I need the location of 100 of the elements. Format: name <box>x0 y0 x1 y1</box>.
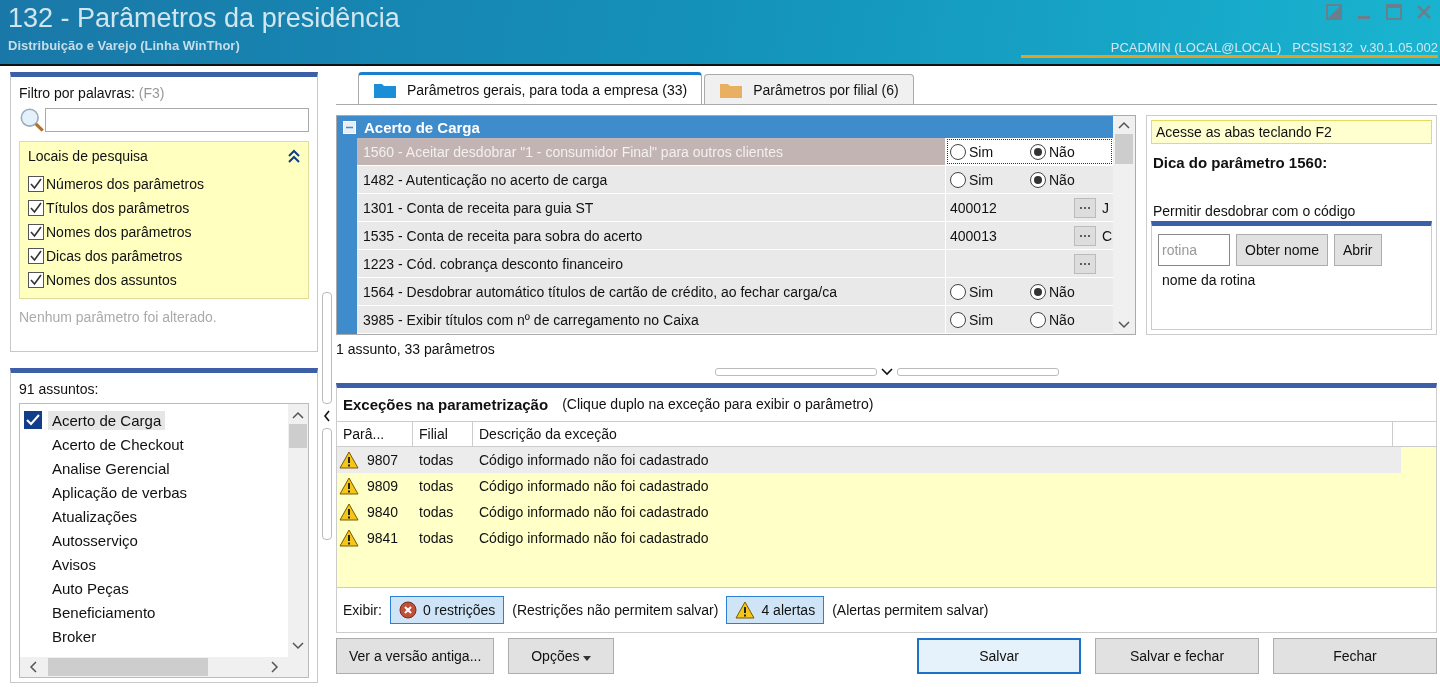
radio-button[interactable] <box>950 283 966 300</box>
table-cell-text: todas <box>418 530 455 546</box>
filter-toggle[interactable]: 4 alertas <box>726 596 825 624</box>
lookup-button[interactable] <box>1074 225 1096 246</box>
parameter-row[interactable]: 1560 - Aceitar desdobrar "1 - consumidor Final" para outros clientes Sim Não <box>357 138 1113 166</box>
checkbox[interactable] <box>28 176 44 192</box>
collapse-icon[interactable] <box>288 149 300 163</box>
radio-label: Sim <box>969 283 994 300</box>
ellipsis-icon <box>1079 233 1091 238</box>
splitter-handle[interactable] <box>896 368 1059 376</box>
table-cell-text: todas <box>418 478 455 494</box>
scroll-thumb[interactable] <box>1115 134 1133 164</box>
value-field[interactable]: 400012 <box>950 199 1074 216</box>
exception-row[interactable]: 9807 todas Código informado não foi cadastrado <box>337 447 1401 473</box>
subject-item[interactable]: Autosserviço <box>48 530 142 550</box>
tab[interactable]: Parâmetros gerais, para toda a empresa (33) <box>358 72 703 104</box>
subject-item[interactable]: Aplicação de verbas <box>48 482 192 502</box>
user-info: PCADMIN (LOCAL@LOCAL) PCSIS132 v.30.1.05.002 <box>1020 40 1438 58</box>
checkbox-label: Dicas dos parâmetros <box>46 248 183 264</box>
checkbox-label: Nomes dos parâmetros <box>46 224 192 240</box>
subject-item[interactable]: Auto Peças <box>48 578 133 598</box>
filter-toggle[interactable]: 0 restrições <box>389 596 505 624</box>
radio-button[interactable] <box>950 143 966 160</box>
radio-button[interactable] <box>1030 283 1046 300</box>
chevron-down-icon[interactable] <box>880 368 893 376</box>
exception-row[interactable]: 9840 todas Código informado não foi cadastrado <box>337 499 1401 525</box>
scroll-thumb[interactable] <box>289 424 307 448</box>
exception-row[interactable]: 9809 todas Código informado não foi cadastrado <box>337 473 1401 499</box>
checkbox-label: Números dos parâmetros <box>46 176 204 192</box>
subject-item[interactable]: Analise Gerencial <box>48 458 174 478</box>
routine-button[interactable]: Obter nome <box>1236 234 1328 266</box>
vertical-scrollbar[interactable] <box>288 404 308 657</box>
parameter-row[interactable]: 1564 - Desdobrar automático títulos de cartão de crédito, ao fechar carga/ca Sim Não <box>357 278 1113 306</box>
subject-item[interactable]: Broker <box>48 626 101 646</box>
parameter-row[interactable]: 1482 - Autenticação no acerto de carga Sim Não <box>357 166 1113 194</box>
action-button[interactable]: Fechar <box>1273 638 1437 674</box>
radio-label: Sim <box>969 311 994 328</box>
parameter-row[interactable]: 1301 - Conta de receita para guia ST 400012 J <box>357 194 1113 222</box>
subject-item[interactable]: Avisos <box>48 554 100 574</box>
warning-icon <box>339 477 359 495</box>
group-header[interactable]: Acerto de Carga <box>337 116 1113 138</box>
options-dropdown[interactable]: Opções <box>508 638 615 674</box>
radio-label: Sim <box>969 143 994 160</box>
scroll-down-icon[interactable] <box>292 641 304 651</box>
subject-item[interactable]: Atualizações <box>48 506 142 526</box>
column-header[interactable]: Descrição da exceção <box>473 422 1393 446</box>
group-title: Acerto de Carga <box>364 118 480 136</box>
horizontal-scrollbar[interactable] <box>20 657 308 677</box>
old-version-button[interactable]: Ver a versão antiga... <box>336 638 495 674</box>
filter-note: (Restrições não permitem salvar) <box>512 602 719 618</box>
action-button[interactable]: Salvar e fechar <box>1095 638 1259 674</box>
scroll-up-icon[interactable] <box>1118 120 1130 130</box>
splitter-handle[interactable] <box>322 428 332 540</box>
radio-button[interactable] <box>1030 143 1046 160</box>
value-field[interactable]: 400013 <box>950 227 1074 244</box>
splitter-handle[interactable] <box>714 368 877 376</box>
checkbox-label: Títulos dos parâmetros <box>46 200 190 216</box>
radio-button[interactable] <box>1030 171 1046 188</box>
column-header[interactable]: Parâ... <box>337 422 413 446</box>
shortcut-tip: Acesse as abas teclando F2 <box>1151 120 1432 144</box>
radio-button[interactable] <box>950 171 966 188</box>
splitter-handle[interactable] <box>322 292 332 404</box>
scroll-up-icon[interactable] <box>292 410 304 420</box>
checkbox[interactable] <box>28 200 44 216</box>
show-label: Exibir: <box>343 602 382 618</box>
radio-button[interactable] <box>950 311 966 328</box>
ellipsis-icon <box>1079 261 1091 266</box>
vertical-scrollbar[interactable] <box>1113 116 1135 334</box>
radio-label: Não <box>1049 171 1075 188</box>
exceptions-subtitle: (Clique duplo na exceção para exibir o parâmetro) <box>562 396 874 413</box>
lookup-button[interactable] <box>1074 253 1096 274</box>
chevron-left-icon[interactable] <box>323 410 331 422</box>
scroll-down-icon[interactable] <box>1118 320 1130 330</box>
radio-label: Não <box>1049 143 1075 160</box>
parameter-row[interactable]: 1535 - Conta de receita para sobra do acerto 400013 C <box>357 222 1113 250</box>
scroll-thumb[interactable] <box>48 658 208 676</box>
warning-icon <box>339 451 359 469</box>
lookup-button[interactable] <box>1074 197 1096 218</box>
table-cell-text: Código informado não foi cadastrado <box>478 530 710 546</box>
checkbox[interactable] <box>28 224 44 240</box>
routine-field[interactable]: rotina <box>1158 234 1230 266</box>
subject-item[interactable]: Beneficiamento <box>48 602 160 622</box>
action-button[interactable]: Salvar <box>917 638 1081 674</box>
parameter-row[interactable]: 3985 - Exibir títulos com nº de carregamento no Caixa Sim Não <box>357 306 1113 334</box>
exception-row[interactable]: 9841 todas Código informado não foi cadastrado <box>337 525 1401 551</box>
routine-button[interactable]: Abrir <box>1333 234 1382 266</box>
checkbox[interactable] <box>28 248 44 264</box>
column-header[interactable]: Filial <box>413 422 473 446</box>
tab[interactable]: Parâmetros por filial (6) <box>704 74 914 104</box>
checkbox[interactable] <box>28 272 44 288</box>
warning-icon <box>339 529 359 547</box>
radio-label: Sim <box>969 171 994 188</box>
radio-button[interactable] <box>1030 311 1046 328</box>
search-field[interactable] <box>45 108 309 132</box>
parameter-row[interactable]: 1223 - Cód. cobrança desconto financeiro <box>357 250 1113 278</box>
subject-item[interactable]: Acerto de Checkout <box>48 434 188 454</box>
subject-item[interactable]: Acerto de Carga <box>48 410 166 430</box>
checkbox-label: Nomes dos assuntos <box>46 272 177 288</box>
table-cell-text: todas <box>418 452 455 468</box>
table-cell-text: Código informado não foi cadastrado <box>478 504 710 520</box>
